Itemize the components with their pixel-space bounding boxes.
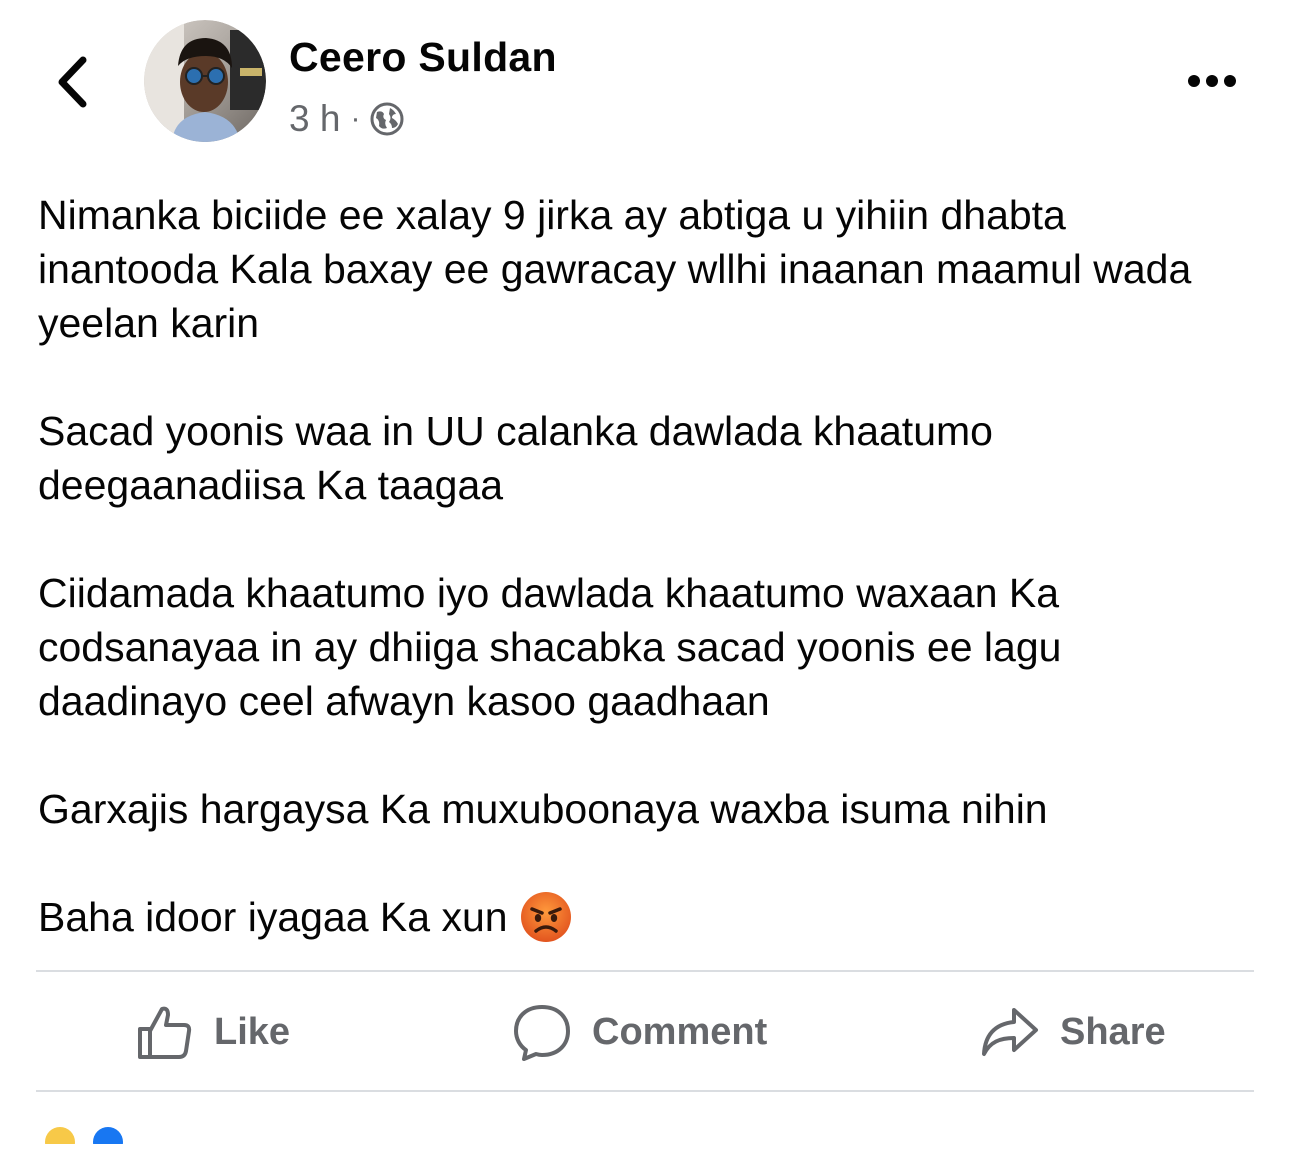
comment-label: Comment [592,1010,768,1053]
comment-button[interactable]: Comment [512,1000,767,1064]
back-button[interactable] [48,52,96,112]
comment-bubble-icon [514,1005,570,1061]
chevron-left-icon [58,56,87,108]
post-paragraph: Ciidamada khaatumo iyo dawlada khaatumo … [38,570,1073,724]
post-actions-bar: Like Comment Share [36,972,1254,1090]
post-paragraph-text: Baha idoor iyagaa Ka xun [38,894,508,940]
post-paragraph-last: Baha idoor iyagaa Ka xun [38,890,1253,944]
post-text: Nimanka biciide ee xalay 9 jirka ay abti… [38,188,1253,944]
post-paragraph: Nimanka biciide ee xalay 9 jirka ay abti… [38,192,1203,346]
post-paragraph: Sacad yoonis waa in UU calanka dawlada k… [38,408,1005,508]
post-meta: 3 h · [289,98,404,140]
angry-face-icon [520,891,572,943]
author-name[interactable]: Ceero Suldan [289,34,557,81]
post-time[interactable]: 3 h [289,98,340,140]
avatar-image [144,20,266,142]
avatar[interactable] [144,20,266,142]
globe-icon[interactable] [370,102,404,136]
more-dots-icon [1188,75,1236,87]
like-button[interactable]: Like [136,1000,290,1064]
share-arrow-icon [982,1008,1038,1056]
meta-separator: · [350,102,361,135]
thumbs-up-icon [138,1006,192,1059]
reaction-icons[interactable] [44,1124,134,1149]
like-label: Like [214,1010,291,1053]
post-header: Ceero Suldan 3 h · [0,0,1290,160]
share-label: Share [1060,1010,1166,1053]
more-options-button[interactable] [1184,64,1240,98]
divider [36,1090,1254,1092]
post-paragraph: Garxajis hargaysa Ka muxuboonaya waxba i… [38,786,1048,832]
share-button[interactable]: Share [980,1000,1166,1064]
